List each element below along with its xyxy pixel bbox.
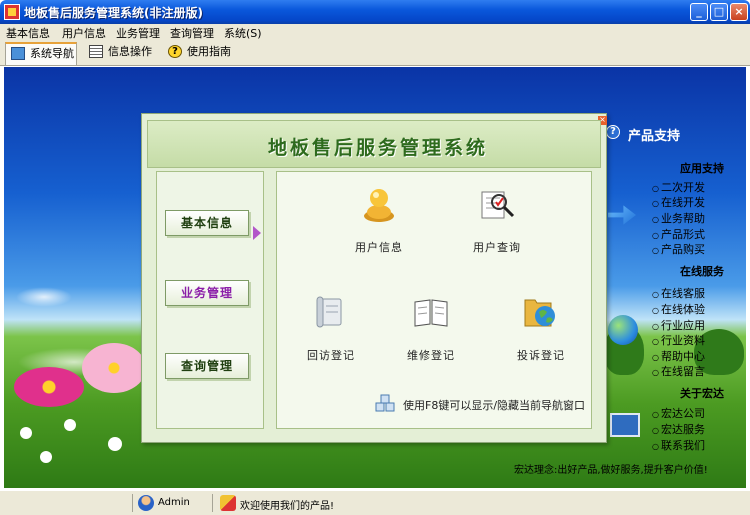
return-visit-function[interactable]: 回访登记 <box>291 294 371 364</box>
monitor-icon <box>610 413 640 437</box>
active-pointer-icon <box>253 226 261 240</box>
tab-label: 使用指南 <box>187 45 231 58</box>
status-bar: Admin 欢迎使用我们的产品! <box>0 490 750 515</box>
flower-image <box>14 367 84 407</box>
status-user: Admin <box>158 497 190 508</box>
sidebar-heading: 在线服务 <box>680 265 724 278</box>
globe-folder-icon <box>524 299 555 327</box>
users-icon <box>220 495 236 511</box>
user-query-function[interactable]: 用户查询 <box>457 186 537 256</box>
sidebar-heading: 关于宏达 <box>680 387 724 400</box>
daisy-image <box>108 437 122 451</box>
sidebar-heading: 应用支持 <box>680 162 724 175</box>
sidebar-link[interactable]: 二次开发 <box>652 179 705 195</box>
sidebar-link[interactable]: 行业资料 <box>652 332 705 348</box>
status-separator <box>132 494 133 512</box>
navigation-window: × 地板售后服务管理系统 基本信息 业务管理 查询管理 用户信息 用户查询 回访… <box>141 113 607 443</box>
grid-icon <box>89 45 103 58</box>
menu-user-info[interactable]: 用户信息 <box>62 25 106 41</box>
status-separator <box>212 494 213 512</box>
notebook-icon <box>414 299 448 327</box>
daisy-image <box>20 427 32 439</box>
sidebar-link[interactable]: 在线开发 <box>652 194 705 210</box>
category-basic-info-button[interactable]: 基本信息 <box>165 210 249 236</box>
nav-title: 地板售后服务管理系统 <box>268 137 489 159</box>
sidebar-link[interactable]: 行业应用 <box>652 317 705 333</box>
menu-query[interactable]: 查询管理 <box>170 25 214 41</box>
nav-header: 地板售后服务管理系统 <box>147 120 601 168</box>
function-label: 用户查询 <box>473 241 521 254</box>
function-label: 用户信息 <box>355 241 403 254</box>
flower-image <box>82 343 146 393</box>
user-info-function[interactable]: 用户信息 <box>339 186 419 256</box>
function-label: 维修登记 <box>407 349 455 362</box>
sidebar-link[interactable]: 宏达服务 <box>652 421 705 437</box>
info-blocks-icon <box>375 394 395 412</box>
status-message: 欢迎使用我们的产品! <box>240 501 335 512</box>
category-query-button[interactable]: 查询管理 <box>165 353 249 379</box>
daisy-image <box>40 451 52 463</box>
repair-register-function[interactable]: 维修登记 <box>391 294 471 364</box>
function-panel: 用户信息 用户查询 回访登记 维修登记 投诉登记 使用F8键可以显示/隐藏当前导… <box>276 171 592 429</box>
arrow-icon <box>608 205 636 225</box>
daisy-image <box>64 419 76 431</box>
help-circle-icon: ? <box>606 125 620 139</box>
window-title: 地板售后服务管理系统(非注册版) <box>24 6 203 20</box>
user-icon <box>364 189 394 222</box>
minimize-button[interactable]: _ <box>690 3 708 21</box>
sidebar-link[interactable]: 宏达公司 <box>652 405 705 421</box>
user-avatar-icon <box>138 495 154 511</box>
function-label: 回访登记 <box>307 349 355 362</box>
tab-system-nav[interactable]: 系统导航 <box>5 42 77 65</box>
sidebar-link[interactable]: 帮助中心 <box>652 348 705 364</box>
complaint-register-function[interactable]: 投诉登记 <box>501 294 581 364</box>
help-icon: ? <box>168 45 182 58</box>
sidebar-title: 产品支持 <box>628 129 681 144</box>
sidebar-link[interactable]: 业务帮助 <box>652 210 705 226</box>
tab-label: 信息操作 <box>108 45 152 58</box>
app-icon[interactable] <box>4 4 20 20</box>
scroll-icon <box>316 296 342 328</box>
search-document-icon <box>481 191 515 219</box>
category-panel: 基本信息 业务管理 查询管理 <box>156 171 264 429</box>
sidebar-link[interactable]: 在线客服 <box>652 285 705 301</box>
menu-business[interactable]: 业务管理 <box>116 25 160 41</box>
category-business-button[interactable]: 业务管理 <box>165 280 249 306</box>
tab-bar: 系统导航 信息操作 ? 使用指南 <box>0 40 750 66</box>
monitor-icon <box>11 47 25 60</box>
f8-hint-text: 使用F8键可以显示/隐藏当前导航窗口 <box>403 399 586 412</box>
sidebar-link[interactable]: 联系我们 <box>652 437 705 453</box>
sidebar-link[interactable]: 在线留言 <box>652 363 705 379</box>
tab-label: 系统导航 <box>30 47 74 60</box>
menu-bar: 基本信息 用户信息 业务管理 查询管理 系统(S) <box>0 24 750 40</box>
tab-guide[interactable]: ? 使用指南 <box>163 42 237 65</box>
menu-basic-info[interactable]: 基本信息 <box>6 25 50 41</box>
function-label: 投诉登记 <box>517 349 565 362</box>
sidebar-link[interactable]: 在线体验 <box>652 301 705 317</box>
tab-info-ops[interactable]: 信息操作 <box>84 42 158 65</box>
globe-icon <box>608 315 638 345</box>
sidebar-link[interactable]: 产品形式 <box>652 226 705 242</box>
menu-system[interactable]: 系统(S) <box>224 25 262 41</box>
title-bar: 地板售后服务管理系统(非注册版) _ □ × <box>0 0 750 24</box>
sidebar-link[interactable]: 产品购买 <box>652 241 705 257</box>
slogan-text: 宏达理念:出好产品,做好服务,提升客户价值! <box>514 465 708 476</box>
maximize-button[interactable]: □ <box>710 3 728 21</box>
close-button[interactable]: × <box>730 3 748 21</box>
